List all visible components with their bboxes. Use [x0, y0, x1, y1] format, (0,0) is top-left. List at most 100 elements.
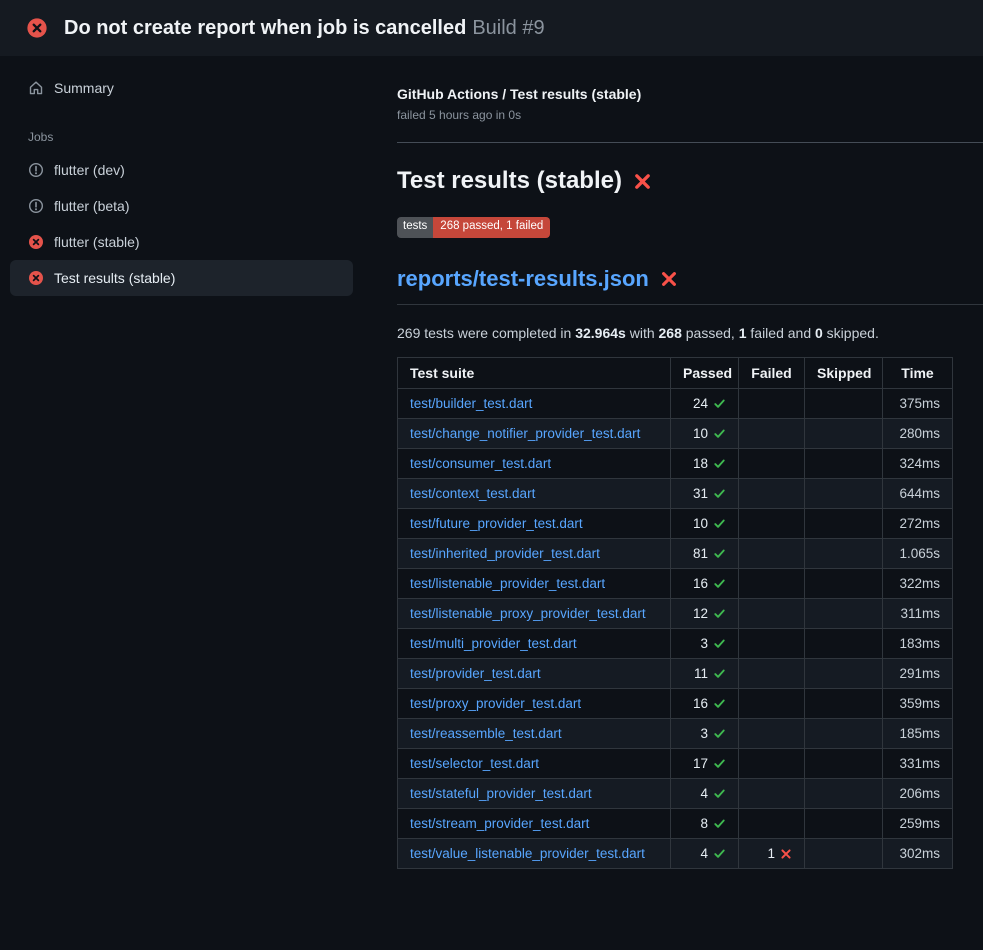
suite-cell: test/multi_provider_test.dart: [398, 628, 671, 658]
passed-cell: 10: [671, 418, 739, 448]
skipped-cell: [805, 658, 883, 688]
table-row: test/consumer_test.dart 18 324ms: [398, 448, 953, 478]
suite-cell: test/stateful_provider_test.dart: [398, 778, 671, 808]
time-cell: 280ms: [883, 418, 953, 448]
passed-cell: 24: [671, 388, 739, 418]
suite-link[interactable]: test/inherited_provider_test.dart: [410, 546, 600, 561]
test-results-table: Test suitePassedFailedSkippedTime test/b…: [397, 357, 953, 869]
suite-link[interactable]: test/future_provider_test.dart: [410, 516, 583, 531]
run-meta: failed 5 hours ago in 0s: [397, 108, 983, 122]
time-cell: 375ms: [883, 388, 953, 418]
suite-link[interactable]: test/value_listenable_provider_test.dart: [410, 846, 645, 861]
suite-link[interactable]: test/builder_test.dart: [410, 396, 532, 411]
column-header-passed: Passed: [671, 357, 739, 388]
time-cell: 185ms: [883, 718, 953, 748]
section-title: Test results (stable): [397, 167, 983, 195]
table-row: test/value_listenable_provider_test.dart…: [398, 838, 953, 868]
sidebar-job-flutter-stable[interactable]: flutter (stable): [10, 224, 353, 260]
table-row: test/stream_provider_test.dart 8 259ms: [398, 808, 953, 838]
failed-cell: 1: [739, 838, 805, 868]
table-row: test/builder_test.dart 24 375ms: [398, 388, 953, 418]
suite-link[interactable]: test/stateful_provider_test.dart: [410, 786, 592, 801]
build-number: Build #9: [472, 17, 544, 39]
sidebar-job-test-results-stable[interactable]: Test results (stable): [10, 260, 353, 296]
check-icon: [713, 757, 726, 770]
home-icon: [28, 80, 44, 96]
suite-link[interactable]: test/listenable_provider_test.dart: [410, 576, 605, 591]
failed-cell: [739, 658, 805, 688]
check-icon: [713, 517, 726, 530]
suite-cell: test/future_provider_test.dart: [398, 508, 671, 538]
suite-link[interactable]: test/multi_provider_test.dart: [410, 636, 577, 651]
suite-link[interactable]: test/reassemble_test.dart: [410, 726, 562, 741]
jobs-section-label: Jobs: [28, 130, 365, 144]
sidebar: Summary Jobs flutter (dev) flutter (beta…: [0, 56, 365, 296]
check-icon: [713, 637, 726, 650]
suite-link[interactable]: test/stream_provider_test.dart: [410, 816, 589, 831]
passed-cell: 4: [671, 838, 739, 868]
sidebar-job-flutter-beta[interactable]: flutter (beta): [10, 188, 353, 224]
failed-cell: [739, 508, 805, 538]
suite-cell: test/builder_test.dart: [398, 388, 671, 418]
passed-cell: 81: [671, 538, 739, 568]
failed-cell: [739, 808, 805, 838]
failed-cell: [739, 748, 805, 778]
suite-cell: test/proxy_provider_test.dart: [398, 688, 671, 718]
time-cell: 359ms: [883, 688, 953, 718]
job-label: flutter (dev): [54, 162, 125, 178]
check-icon: [713, 667, 726, 680]
skipped-cell: [805, 538, 883, 568]
table-row: test/reassemble_test.dart 3 185ms: [398, 718, 953, 748]
skipped-cell: [805, 748, 883, 778]
jobs-list: flutter (dev) flutter (beta) flutter (st…: [0, 152, 365, 296]
suite-link[interactable]: test/selector_test.dart: [410, 756, 539, 771]
suite-link[interactable]: test/provider_test.dart: [410, 666, 541, 681]
test-summary-line: 269 tests were completed in 32.964s with…: [397, 325, 983, 341]
time-cell: 206ms: [883, 778, 953, 808]
failed-cell: [739, 718, 805, 748]
check-icon: [713, 427, 726, 440]
check-icon: [713, 817, 726, 830]
sidebar-item-summary[interactable]: Summary: [10, 70, 353, 106]
skipped-cell: [805, 568, 883, 598]
failed-x-icon: [660, 270, 678, 288]
suite-cell: test/change_notifier_provider_test.dart: [398, 418, 671, 448]
time-cell: 183ms: [883, 628, 953, 658]
passed-cell: 3: [671, 718, 739, 748]
tests-badge: tests 268 passed, 1 failed: [397, 217, 550, 238]
time-cell: 644ms: [883, 478, 953, 508]
summary-duration: 32.964s: [575, 325, 626, 341]
table-row: test/selector_test.dart 17 331ms: [398, 748, 953, 778]
suite-link[interactable]: test/change_notifier_provider_test.dart: [410, 426, 640, 441]
check-icon: [713, 727, 726, 740]
skipped-cell: [805, 718, 883, 748]
suite-link[interactable]: test/consumer_test.dart: [410, 456, 551, 471]
sidebar-job-flutter-dev[interactable]: flutter (dev): [10, 152, 353, 188]
passed-cell: 12: [671, 598, 739, 628]
x-icon: [780, 848, 792, 860]
suite-link[interactable]: test/context_test.dart: [410, 486, 535, 501]
suite-cell: test/listenable_provider_test.dart: [398, 568, 671, 598]
check-icon: [713, 607, 726, 620]
suite-cell: test/stream_provider_test.dart: [398, 808, 671, 838]
table-row: test/listenable_provider_test.dart 16 32…: [398, 568, 953, 598]
table-row: test/proxy_provider_test.dart 16 359ms: [398, 688, 953, 718]
skipped-cell: [805, 778, 883, 808]
skipped-cell: [805, 688, 883, 718]
build-title: Do not create report when job is cancell…: [64, 17, 545, 40]
column-header-skipped: Skipped: [805, 357, 883, 388]
suite-link[interactable]: test/proxy_provider_test.dart: [410, 696, 581, 711]
job-label: flutter (beta): [54, 198, 129, 214]
skipped-cell: [805, 388, 883, 418]
build-title-text: Do not create report when job is cancell…: [64, 17, 466, 39]
skipped-cell: [805, 448, 883, 478]
failed-cell: [739, 598, 805, 628]
passed-cell: 4: [671, 778, 739, 808]
report-file-link[interactable]: reports/test-results.json: [397, 266, 649, 292]
table-row: test/listenable_proxy_provider_test.dart…: [398, 598, 953, 628]
suite-link[interactable]: test/listenable_proxy_provider_test.dart: [410, 606, 646, 621]
results-table-body: test/builder_test.dart 24 375ms test/cha…: [398, 388, 953, 868]
summary-skipped-count: 0: [815, 325, 823, 341]
breadcrumb: GitHub Actions / Test results (stable): [397, 86, 983, 102]
skipped-cell: [805, 508, 883, 538]
